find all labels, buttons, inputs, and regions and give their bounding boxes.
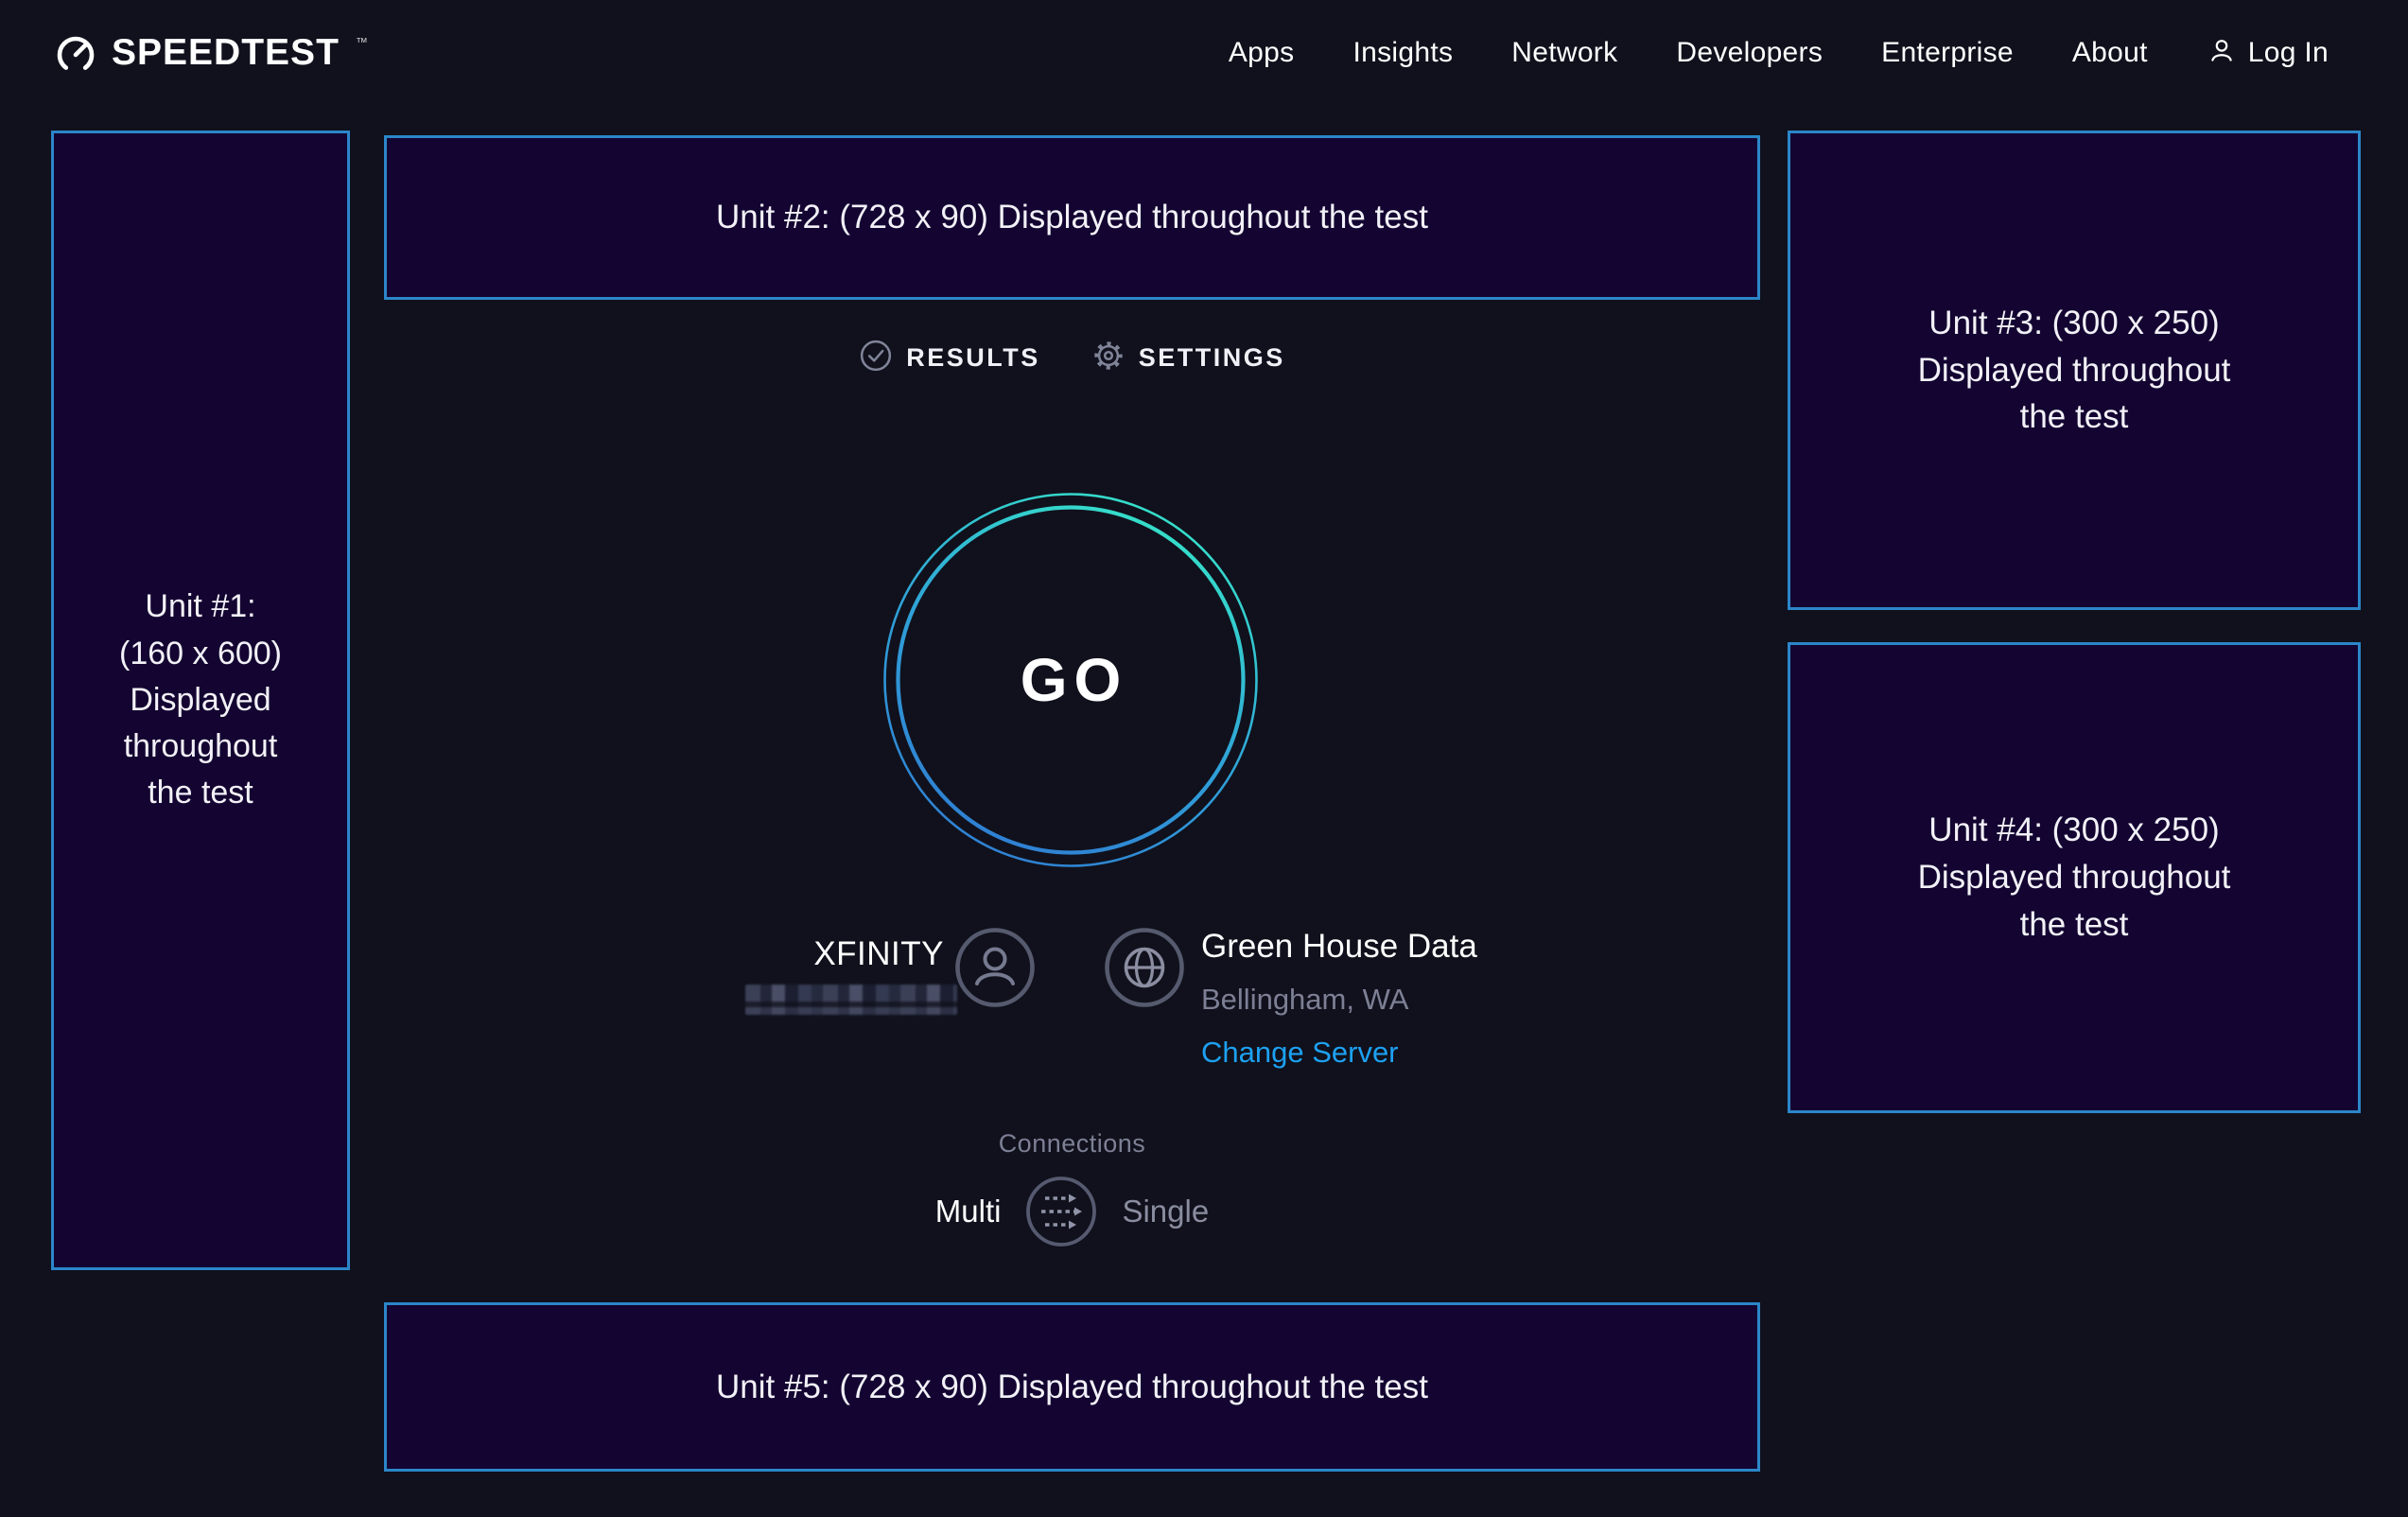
ad-unit-5-text: Unit #5: (728 x 90) Displayed throughout… xyxy=(716,1369,1428,1406)
gear-icon xyxy=(1091,339,1125,377)
ad-unit-4[interactable]: Unit #4: (300 x 250) Displayed throughou… xyxy=(1788,642,2361,1113)
logo-trademark: ™ xyxy=(356,35,368,49)
speedometer-icon xyxy=(53,30,98,76)
top-nav: SPEEDTEST ™ Apps Insights Network Develo… xyxy=(0,0,2408,106)
tab-settings-label: SETTINGS xyxy=(1139,343,1285,373)
nav-item-network[interactable]: Network xyxy=(1511,37,1617,69)
go-button[interactable]: GO xyxy=(881,491,1260,869)
ad-unit-4-text: Unit #4: (300 x 250) Displayed throughou… xyxy=(1918,807,2231,948)
test-meta-row: XFINITY Green House Data Bellingham, WA … xyxy=(384,922,1760,1102)
tab-bar: RESULTS SETTINGS xyxy=(384,339,1760,377)
change-server-link[interactable]: Change Server xyxy=(1201,1036,1477,1070)
redacted-ip-text xyxy=(745,985,957,1015)
isp-user-icon xyxy=(955,928,1035,1007)
ad-unit-2[interactable]: Unit #2: (728 x 90) Displayed throughout… xyxy=(384,135,1760,300)
nav-item-apps[interactable]: Apps xyxy=(1229,37,1295,69)
go-label: GO xyxy=(881,491,1260,869)
user-icon xyxy=(2207,36,2237,71)
ad-unit-1[interactable]: Unit #1: (160 x 600) Displayed throughou… xyxy=(51,131,350,1270)
server-info: Green House Data Bellingham, WA Change S… xyxy=(1201,928,1477,1070)
tab-results-label: RESULTS xyxy=(906,343,1040,373)
speedtest-logo[interactable]: SPEEDTEST ™ xyxy=(53,30,368,76)
nav-items: Apps Insights Network Developers Enterpr… xyxy=(1229,36,2329,71)
connections-label: Connections xyxy=(384,1129,1760,1159)
login-button[interactable]: Log In xyxy=(2207,36,2329,71)
connections-multi-option[interactable]: Multi xyxy=(935,1194,1002,1229)
connections-toggle-row: Multi Single xyxy=(384,1176,1760,1247)
check-circle-icon xyxy=(859,339,893,377)
ad-unit-3[interactable]: Unit #3: (300 x 250) Displayed throughou… xyxy=(1788,131,2361,610)
nav-item-about[interactable]: About xyxy=(2072,37,2148,69)
tab-settings[interactable]: SETTINGS xyxy=(1091,339,1285,377)
connections-single-option[interactable]: Single xyxy=(1122,1194,1209,1229)
ad-unit-5[interactable]: Unit #5: (728 x 90) Displayed throughout… xyxy=(384,1302,1760,1472)
ad-unit-2-text: Unit #2: (728 x 90) Displayed throughout… xyxy=(716,199,1428,236)
multi-stream-arrows-icon[interactable] xyxy=(1025,1176,1097,1247)
nav-item-insights[interactable]: Insights xyxy=(1352,37,1453,69)
nav-item-developers[interactable]: Developers xyxy=(1676,37,1823,69)
nav-item-enterprise[interactable]: Enterprise xyxy=(1881,37,2014,69)
tab-results[interactable]: RESULTS xyxy=(859,339,1040,377)
ad-unit-3-text: Unit #3: (300 x 250) Displayed throughou… xyxy=(1918,300,2231,441)
server-location: Bellingham, WA xyxy=(1201,983,1477,1017)
server-globe-icon xyxy=(1105,928,1184,1007)
isp-name: XFINITY xyxy=(813,935,944,973)
login-label: Log In xyxy=(2248,37,2329,69)
speedtest-page: SPEEDTEST ™ Apps Insights Network Develo… xyxy=(0,0,2408,1517)
connections-section: Connections Multi Single xyxy=(384,1129,1760,1247)
logo-text: SPEEDTEST xyxy=(112,32,340,74)
ad-unit-1-text: Unit #1: (160 x 600) Displayed throughou… xyxy=(119,584,282,816)
server-name: Green House Data xyxy=(1201,928,1477,966)
